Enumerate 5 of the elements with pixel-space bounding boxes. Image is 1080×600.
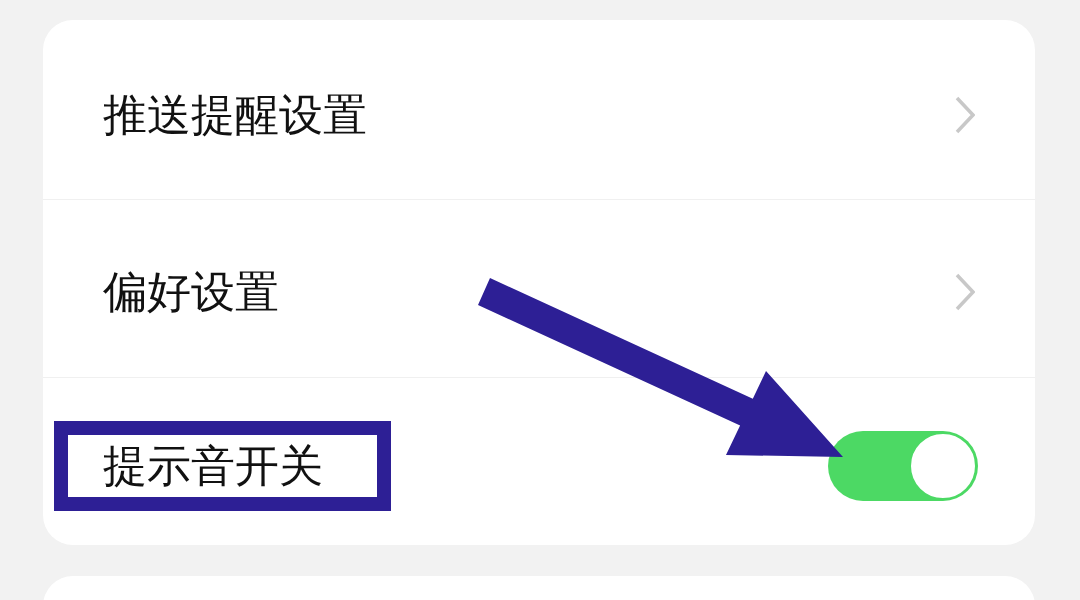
- toggle-switch[interactable]: [828, 430, 978, 501]
- setting-label: 提示音开关: [103, 439, 323, 491]
- settings-list-item[interactable]: 推送提醒设置: [43, 20, 1035, 200]
- chevron-right-icon: [955, 272, 975, 311]
- chevron-right-icon: [955, 95, 975, 134]
